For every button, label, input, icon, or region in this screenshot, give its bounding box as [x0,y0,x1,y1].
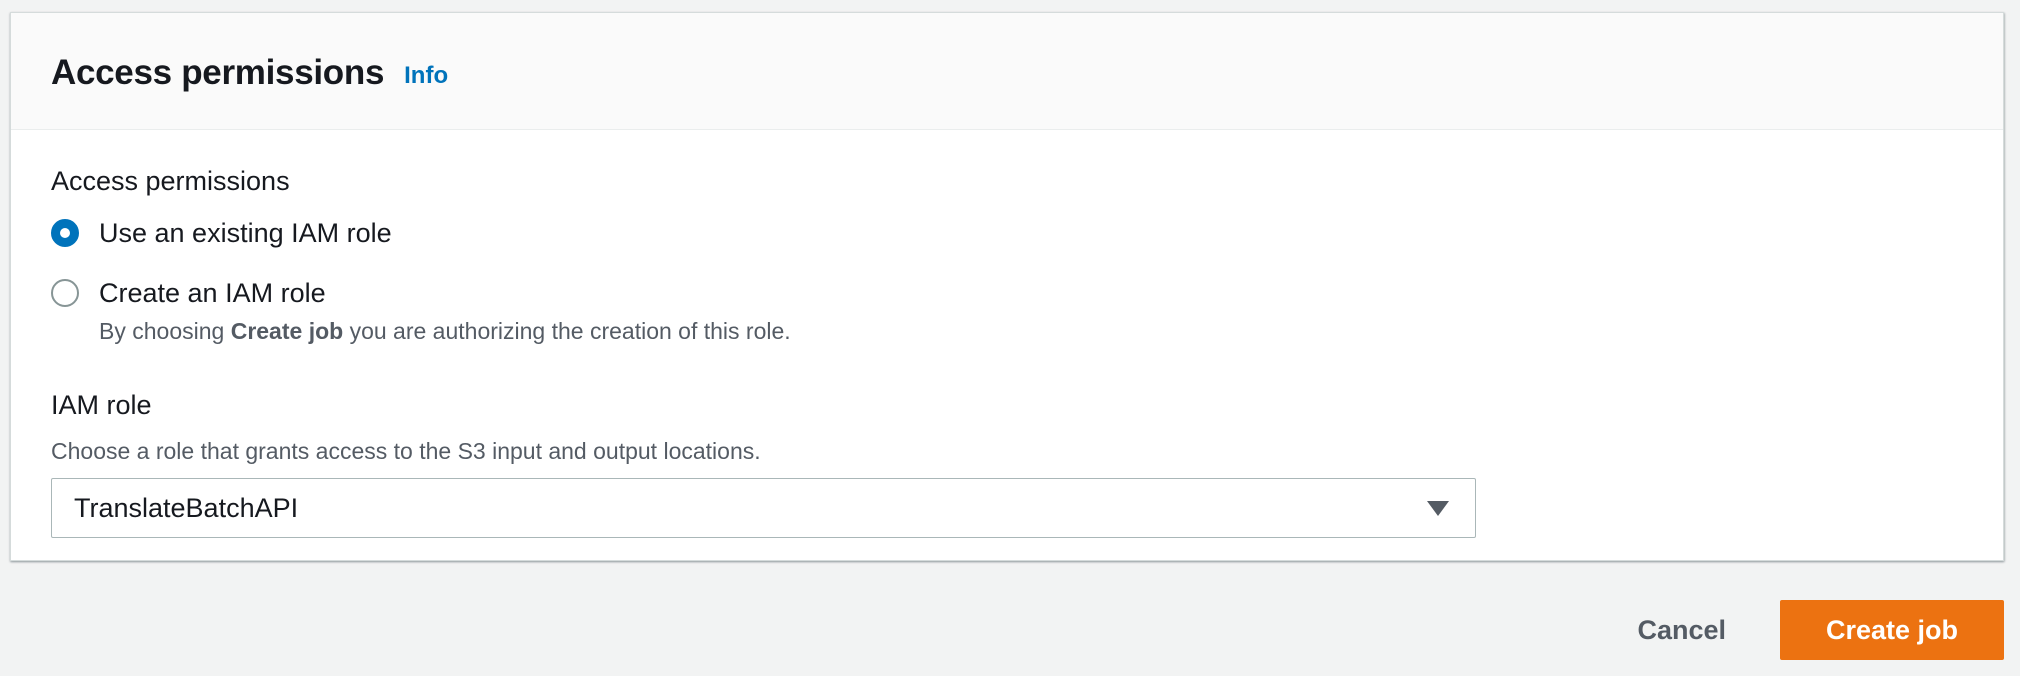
panel-title: Access permissions [51,53,385,92]
access-permissions-label: Access permissions [51,166,290,196]
desc-suffix: you are authorizing the creation of this… [343,318,791,344]
access-permissions-panel: Access permissions Info Access permissio… [10,12,2004,561]
iam-role-label: IAM role [51,390,152,420]
form-actions: Cancel Create job [1607,600,2004,660]
info-link[interactable]: Info [404,62,448,90]
iam-role-select[interactable]: TranslateBatchAPI [51,478,1476,538]
create-job-button[interactable]: Create job [1780,600,2004,660]
radio-use-existing-role[interactable]: Use an existing IAM role [51,216,392,250]
radio-checked-icon[interactable] [51,219,79,247]
radio-text: Create an IAM role By choosing Create jo… [99,276,791,346]
radio-description-create: By choosing Create job you are authorizi… [99,316,791,346]
desc-prefix: By choosing [99,318,231,344]
radio-label-create: Create an IAM role [99,278,326,308]
radio-text: Use an existing IAM role [99,216,392,250]
radio-unchecked-icon[interactable] [51,279,79,307]
cancel-button[interactable]: Cancel [1607,600,1756,660]
desc-bold: Create job [230,318,344,344]
radio-create-role[interactable]: Create an IAM role By choosing Create jo… [51,276,791,346]
panel-header: Access permissions Info [11,13,2003,130]
iam-role-selected-value: TranslateBatchAPI [74,492,299,523]
iam-role-description: Choose a role that grants access to the … [51,438,761,464]
caret-down-icon[interactable] [1427,501,1449,516]
radio-label-existing: Use an existing IAM role [99,218,392,248]
